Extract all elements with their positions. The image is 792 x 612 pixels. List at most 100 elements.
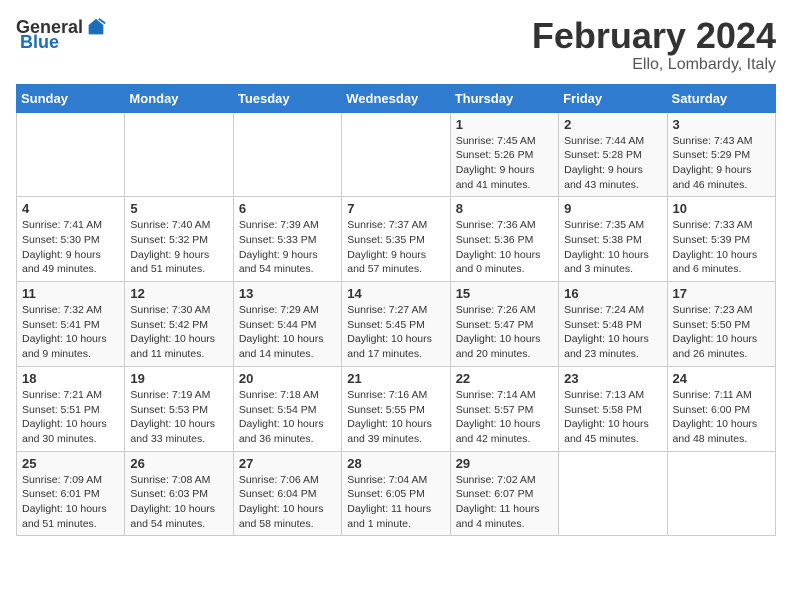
calendar-cell: 17 Sunrise: 7:23 AM Sunset: 5:50 PM Dayli…: [667, 282, 775, 367]
calendar-cell: 9 Sunrise: 7:35 AM Sunset: 5:38 PM Daylig…: [559, 197, 667, 282]
day-info: Sunrise: 7:37 AM Sunset: 5:35 PM Dayligh…: [347, 218, 444, 277]
day-number: 2: [564, 117, 661, 132]
day-info: Sunrise: 7:41 AM Sunset: 5:30 PM Dayligh…: [22, 218, 119, 277]
calendar-cell: 5Sunrise: 7:40 AM Sunset: 5:32 PM Daylig…: [125, 197, 233, 282]
calendar-cell: 26 Sunrise: 7:08 AM Sunset: 6:03 PM Dayli…: [125, 451, 233, 536]
day-number: 15: [456, 286, 553, 301]
day-info: Sunrise: 7:11 AM Sunset: 6:00 PM Dayligh…: [673, 388, 770, 447]
day-number: 18: [22, 371, 119, 386]
location-title: Ello, Lombardy, Italy: [532, 56, 776, 74]
day-number: 1: [456, 117, 553, 132]
day-info: Sunrise: 7:09 AM Sunset: 6:01 PM Dayligh…: [22, 473, 119, 532]
day-number: 9: [564, 201, 661, 216]
calendar-cell: 19Sunrise: 7:19 AM Sunset: 5:53 PM Dayli…: [125, 366, 233, 451]
day-number: 27: [239, 456, 336, 471]
logo-blue-text: Blue: [20, 32, 59, 53]
day-number: 14: [347, 286, 444, 301]
day-info: Sunrise: 7:26 AM Sunset: 5:47 PM Dayligh…: [456, 303, 553, 362]
calendar-cell: 22Sunrise: 7:14 AM Sunset: 5:57 PM Dayli…: [450, 366, 558, 451]
calendar-cell: 12 Sunrise: 7:30 AM Sunset: 5:42 PM Dayli…: [125, 282, 233, 367]
day-number: 22: [456, 371, 553, 386]
day-number: 5: [130, 201, 227, 216]
day-number: 26: [130, 456, 227, 471]
day-header-monday: Monday: [125, 84, 233, 112]
day-number: 4: [22, 201, 119, 216]
calendar-cell: 13 Sunrise: 7:29 AM Sunset: 5:44 PM Dayli…: [233, 282, 341, 367]
calendar-cell: 29 Sunrise: 7:02 AM Sunset: 6:07 PM Dayli…: [450, 451, 558, 536]
calendar-week-row: 1 Sunrise: 7:45 AM Sunset: 5:26 PM Daylig…: [17, 112, 776, 197]
calendar-week-row: 11 Sunrise: 7:32 AM Sunset: 5:41 PM Dayli…: [17, 282, 776, 367]
calendar-cell: 20 Sunrise: 7:18 AM Sunset: 5:54 PM Dayli…: [233, 366, 341, 451]
calendar-cell: 15 Sunrise: 7:26 AM Sunset: 5:47 PM Dayli…: [450, 282, 558, 367]
calendar-cell: [667, 451, 775, 536]
day-number: 3: [673, 117, 770, 132]
day-info: Sunrise: 7:39 AM Sunset: 5:33 PM Dayligh…: [239, 218, 336, 277]
day-info: Sunrise: 7:44 AM Sunset: 5:28 PM Dayligh…: [564, 134, 661, 193]
day-info: Sunrise: 7:08 AM Sunset: 6:03 PM Dayligh…: [130, 473, 227, 532]
day-number: 25: [22, 456, 119, 471]
day-number: 20: [239, 371, 336, 386]
calendar-cell: 6 Sunrise: 7:39 AM Sunset: 5:33 PM Daylig…: [233, 197, 341, 282]
calendar-header-row: SundayMondayTuesdayWednesdayThursdayFrid…: [17, 84, 776, 112]
day-header-thursday: Thursday: [450, 84, 558, 112]
calendar-cell: 3 Sunrise: 7:43 AM Sunset: 5:29 PM Daylig…: [667, 112, 775, 197]
calendar-week-row: 4 Sunrise: 7:41 AM Sunset: 5:30 PM Daylig…: [17, 197, 776, 282]
day-info: Sunrise: 7:36 AM Sunset: 5:36 PM Dayligh…: [456, 218, 553, 277]
day-info: Sunrise: 7:19 AM Sunset: 5:53 PM Dayligh…: [130, 388, 227, 447]
day-info: Sunrise: 7:43 AM Sunset: 5:29 PM Dayligh…: [673, 134, 770, 193]
calendar-cell: 25 Sunrise: 7:09 AM Sunset: 6:01 PM Dayli…: [17, 451, 125, 536]
day-info: Sunrise: 7:18 AM Sunset: 5:54 PM Dayligh…: [239, 388, 336, 447]
day-number: 16: [564, 286, 661, 301]
calendar-cell: 21Sunrise: 7:16 AM Sunset: 5:55 PM Dayli…: [342, 366, 450, 451]
calendar-cell: [559, 451, 667, 536]
day-info: Sunrise: 7:04 AM Sunset: 6:05 PM Dayligh…: [347, 473, 444, 532]
day-header-saturday: Saturday: [667, 84, 775, 112]
calendar-cell: 11 Sunrise: 7:32 AM Sunset: 5:41 PM Dayli…: [17, 282, 125, 367]
day-number: 29: [456, 456, 553, 471]
page-header: General Blue February 2024 Ello, Lombard…: [16, 16, 776, 74]
calendar-week-row: 18 Sunrise: 7:21 AM Sunset: 5:51 PM Dayli…: [17, 366, 776, 451]
calendar-table: SundayMondayTuesdayWednesdayThursdayFrid…: [16, 84, 776, 537]
day-info: Sunrise: 7:29 AM Sunset: 5:44 PM Dayligh…: [239, 303, 336, 362]
day-header-wednesday: Wednesday: [342, 84, 450, 112]
day-number: 7: [347, 201, 444, 216]
day-info: Sunrise: 7:32 AM Sunset: 5:41 PM Dayligh…: [22, 303, 119, 362]
day-info: Sunrise: 7:30 AM Sunset: 5:42 PM Dayligh…: [130, 303, 227, 362]
day-number: 11: [22, 286, 119, 301]
day-info: Sunrise: 7:27 AM Sunset: 5:45 PM Dayligh…: [347, 303, 444, 362]
calendar-cell: 4 Sunrise: 7:41 AM Sunset: 5:30 PM Daylig…: [17, 197, 125, 282]
day-info: Sunrise: 7:02 AM Sunset: 6:07 PM Dayligh…: [456, 473, 553, 532]
calendar-cell: [233, 112, 341, 197]
day-info: Sunrise: 7:24 AM Sunset: 5:48 PM Dayligh…: [564, 303, 661, 362]
day-number: 10: [673, 201, 770, 216]
day-info: Sunrise: 7:33 AM Sunset: 5:39 PM Dayligh…: [673, 218, 770, 277]
month-title: February 2024: [532, 16, 776, 56]
calendar-cell: 14 Sunrise: 7:27 AM Sunset: 5:45 PM Dayli…: [342, 282, 450, 367]
calendar-cell: [17, 112, 125, 197]
day-info: Sunrise: 7:45 AM Sunset: 5:26 PM Dayligh…: [456, 134, 553, 193]
title-section: February 2024 Ello, Lombardy, Italy: [532, 16, 776, 74]
day-number: 28: [347, 456, 444, 471]
day-header-sunday: Sunday: [17, 84, 125, 112]
day-info: Sunrise: 7:13 AM Sunset: 5:58 PM Dayligh…: [564, 388, 661, 447]
day-info: Sunrise: 7:35 AM Sunset: 5:38 PM Dayligh…: [564, 218, 661, 277]
calendar-cell: 18 Sunrise: 7:21 AM Sunset: 5:51 PM Dayli…: [17, 366, 125, 451]
day-number: 12: [130, 286, 227, 301]
calendar-cell: 24 Sunrise: 7:11 AM Sunset: 6:00 PM Dayli…: [667, 366, 775, 451]
day-number: 6: [239, 201, 336, 216]
logo-icon: [85, 16, 107, 38]
calendar-cell: [125, 112, 233, 197]
day-header-tuesday: Tuesday: [233, 84, 341, 112]
day-number: 13: [239, 286, 336, 301]
day-info: Sunrise: 7:23 AM Sunset: 5:50 PM Dayligh…: [673, 303, 770, 362]
day-number: 17: [673, 286, 770, 301]
calendar-cell: 7 Sunrise: 7:37 AM Sunset: 5:35 PM Daylig…: [342, 197, 450, 282]
day-number: 8: [456, 201, 553, 216]
calendar-cell: 8 Sunrise: 7:36 AM Sunset: 5:36 PM Daylig…: [450, 197, 558, 282]
calendar-cell: 16 Sunrise: 7:24 AM Sunset: 5:48 PM Dayli…: [559, 282, 667, 367]
day-number: 23: [564, 371, 661, 386]
day-info: Sunrise: 7:21 AM Sunset: 5:51 PM Dayligh…: [22, 388, 119, 447]
day-number: 24: [673, 371, 770, 386]
day-number: 21: [347, 371, 444, 386]
calendar-cell: 28 Sunrise: 7:04 AM Sunset: 6:05 PM Dayli…: [342, 451, 450, 536]
